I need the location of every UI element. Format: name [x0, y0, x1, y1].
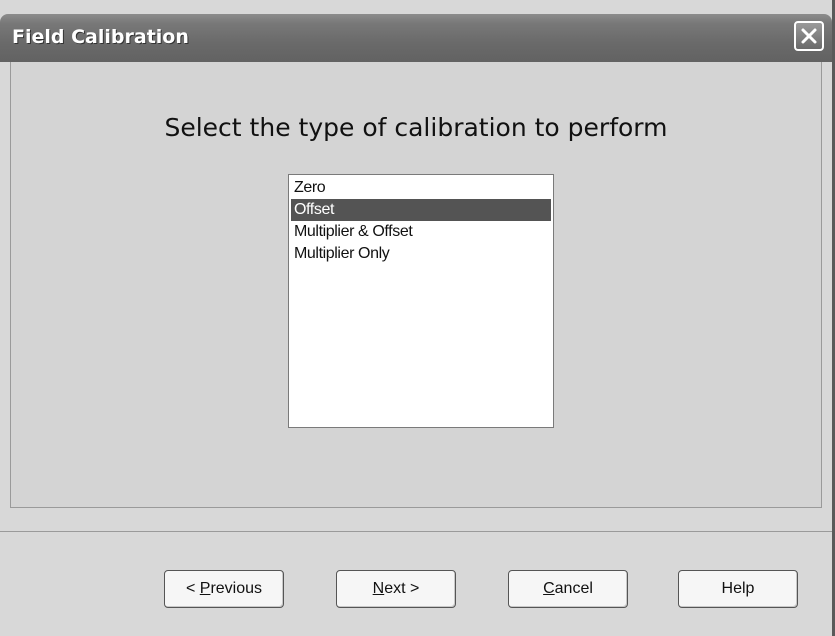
- calibration-type-listbox[interactable]: Zero Offset Multiplier & Offset Multipli…: [288, 174, 554, 428]
- next-button-mnemonic: N: [372, 580, 385, 597]
- close-button[interactable]: [794, 21, 824, 51]
- previous-button-rest: revious: [210, 580, 263, 597]
- close-icon: [801, 28, 817, 44]
- list-item-offset[interactable]: Offset: [291, 199, 551, 221]
- previous-button-mnemonic: P: [199, 580, 211, 597]
- previous-button[interactable]: < Previous: [164, 570, 284, 608]
- cancel-button-rest: ancel: [554, 580, 593, 597]
- field-calibration-dialog: Field Calibration Select the type of cal…: [0, 0, 835, 636]
- list-item-zero[interactable]: Zero: [289, 177, 553, 199]
- page-heading: Select the type of calibration to perfor…: [164, 113, 668, 142]
- title-bar[interactable]: Field Calibration: [0, 14, 832, 62]
- cancel-button-mnemonic: C: [543, 580, 555, 597]
- cancel-button[interactable]: Cancel: [508, 570, 628, 608]
- list-item-multiplier-offset[interactable]: Multiplier & Offset: [289, 221, 553, 243]
- list-item-multiplier-only[interactable]: Multiplier Only: [289, 243, 553, 265]
- button-area-divider: [0, 531, 832, 532]
- window-title: Field Calibration: [12, 26, 189, 48]
- next-button[interactable]: Next >: [336, 570, 456, 608]
- next-button-rest: ext >: [384, 580, 420, 597]
- previous-button-prefix: <: [185, 580, 200, 597]
- help-button[interactable]: Help: [678, 570, 798, 608]
